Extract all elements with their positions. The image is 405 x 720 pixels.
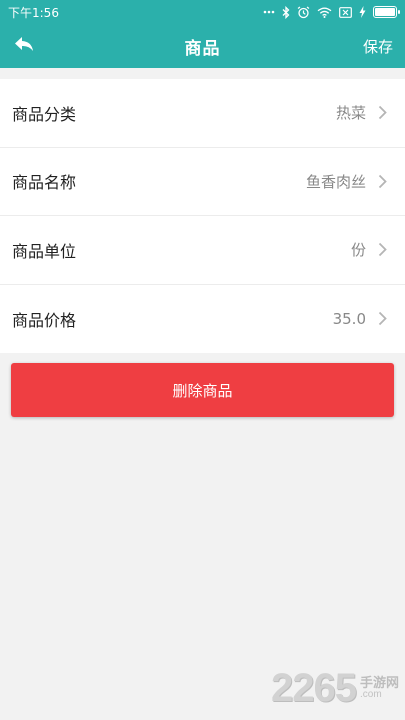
alarm-icon [297,6,310,19]
charging-icon [359,6,366,18]
delete-product-button[interactable]: 删除商品 [11,363,394,417]
row-value: 35.0 [332,309,366,328]
sim-icon [339,6,352,18]
row-price[interactable]: 商品价格 35.0 [0,285,405,354]
row-value: 份 [350,241,366,260]
watermark-logo: 2265 手游网 .com [271,664,399,712]
chevron-right-icon [378,311,387,326]
back-arrow-icon [13,35,35,57]
chevron-right-icon [378,174,387,189]
status-bar: 下午1:56 [0,0,405,24]
row-value: 热菜 [335,104,366,123]
status-icons [263,5,400,19]
watermark-number: 2265 [271,665,357,710]
wifi-icon [317,7,332,18]
save-button[interactable]: 保存 [363,24,393,68]
row-right: 鱼香肉丝 [306,171,387,192]
watermark-text: 手游网 .com [360,677,399,700]
row-unit[interactable]: 商品单位 份 [0,216,405,285]
product-form: 商品分类 热菜 商品名称 鱼香肉丝 商品单位 份 商品价格 35.0 [0,79,405,353]
row-label: 商品单位 [12,241,77,261]
row-right: 35.0 [333,310,387,328]
row-label: 商品分类 [12,104,77,124]
nav-bar: 商品 保存 [0,24,405,68]
battery-icon [373,6,400,18]
watermark-cn: 手游网 [359,675,399,691]
row-label: 商品名称 [12,173,77,193]
row-right: 份 [351,239,387,260]
bluetooth-icon [282,5,290,19]
watermark-com: .com [359,688,382,700]
row-category[interactable]: 商品分类 热菜 [0,79,405,148]
row-label: 商品价格 [12,310,77,330]
battery-level [375,8,395,16]
page-title: 商品 [184,38,221,59]
chevron-right-icon [378,105,387,120]
row-right: 热菜 [336,102,387,123]
chevron-right-icon [378,242,387,257]
back-button[interactable] [8,30,40,62]
row-value: 鱼香肉丝 [305,172,366,191]
row-name[interactable]: 商品名称 鱼香肉丝 [0,148,405,216]
status-time: 下午1:56 [8,5,59,20]
dots-icon [263,10,275,14]
